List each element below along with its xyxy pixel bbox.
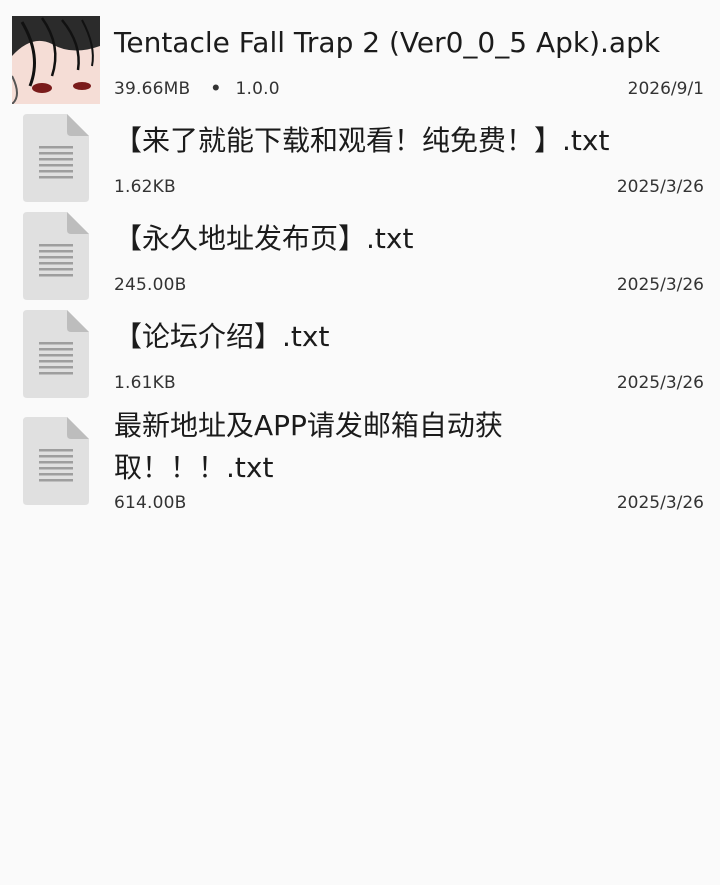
file-row-txt[interactable]: 【论坛介绍】.txt 1.61KB 2025/3/26	[0, 300, 720, 398]
file-date: 2025/3/26	[616, 275, 704, 295]
file-name: 【来了就能下载和观看！纯免费！】.txt	[114, 124, 610, 157]
file-size: 39.66MB	[114, 79, 191, 99]
file-row-txt[interactable]: 最新地址及APP请发邮箱自动获取！！！.txt 614.00B 2025/3/2…	[0, 398, 720, 522]
file-name: Tentacle Fall Trap 2 (Ver0_0_5 Apk).apk	[114, 26, 661, 59]
file-size: 1.61KB	[114, 373, 176, 393]
apk-thumbnail-icon	[12, 16, 100, 104]
file-date: 2025/3/26	[616, 373, 704, 393]
file-name: 【论坛介绍】.txt	[114, 320, 330, 353]
file-row-txt[interactable]: 【永久地址发布页】.txt 245.00B 2025/3/26	[0, 202, 720, 300]
file-version: 1.0.0	[235, 79, 280, 99]
document-icon	[23, 417, 89, 505]
file-size: 245.00B	[114, 275, 187, 295]
file-date: 2026/9/1	[627, 79, 704, 99]
file-row-apk[interactable]: Tentacle Fall Trap 2 (Ver0_0_5 Apk).apk …	[0, 0, 720, 104]
document-icon	[23, 114, 89, 202]
meta-separator: •	[210, 79, 222, 99]
document-icon	[23, 212, 89, 300]
file-name: 最新地址及APP请发邮箱自动获取！！！.txt	[114, 409, 503, 484]
file-name: 【永久地址发布页】.txt	[114, 222, 414, 255]
document-icon	[23, 310, 89, 398]
file-meta: 39.66MB • 1.0.0	[114, 79, 280, 99]
file-date: 2025/3/26	[616, 493, 704, 513]
file-size: 614.00B	[114, 493, 187, 513]
file-date: 2025/3/26	[616, 177, 704, 197]
file-size: 1.62KB	[114, 177, 176, 197]
file-row-txt[interactable]: 【来了就能下载和观看！纯免费！】.txt 1.62KB 2025/3/26	[0, 104, 720, 202]
